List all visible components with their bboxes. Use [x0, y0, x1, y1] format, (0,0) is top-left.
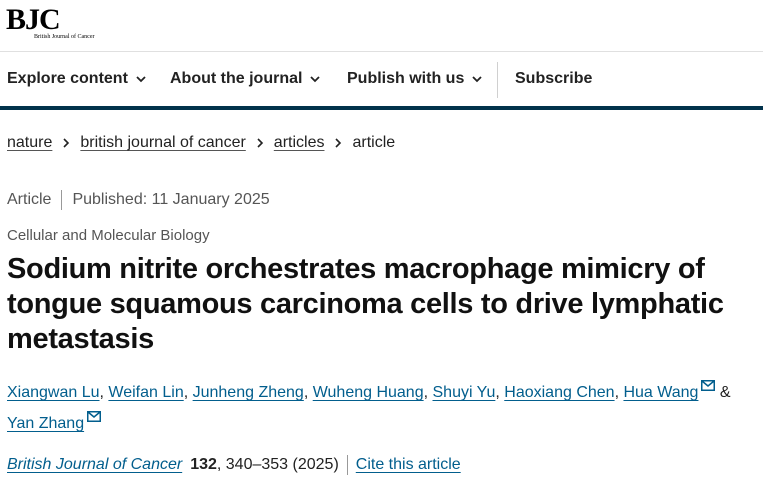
site-header: BJC British Journal of Cancer: [0, 0, 763, 52]
citation-divider: [346, 455, 348, 475]
journal-logo[interactable]: BJC British Journal of Cancer: [6, 3, 95, 41]
journal-link[interactable]: British Journal of Cancer: [7, 456, 182, 474]
chevron-right-icon: [63, 138, 70, 148]
author-link[interactable]: Haoxiang Chen: [504, 384, 614, 401]
nav-label: Explore content: [7, 70, 128, 87]
breadcrumb-articles[interactable]: articles: [274, 134, 325, 152]
subscribe-link[interactable]: Subscribe: [515, 52, 592, 106]
chevron-right-icon: [335, 138, 342, 148]
article-meta: Article Published: 11 January 2025: [7, 190, 270, 210]
breadcrumb-current: article: [352, 134, 396, 151]
nav-publish-with-us[interactable]: Publish with us: [347, 52, 482, 106]
author-link[interactable]: Weifan Lin: [108, 384, 183, 401]
mail-icon[interactable]: [87, 411, 102, 422]
chevron-right-icon: [257, 138, 263, 148]
author-link[interactable]: Yan Zhang: [7, 415, 84, 432]
breadcrumb: nature british journal of cancer article…: [7, 134, 395, 152]
nav-explore-content[interactable]: Explore content: [7, 52, 146, 106]
meta-divider: [61, 190, 63, 210]
nav-label: About the journal: [170, 70, 303, 87]
main-nav: Explore content About the journal Publis…: [0, 52, 763, 106]
cite-this-article-link[interactable]: Cite this article: [356, 456, 461, 474]
author-link[interactable]: Hua Wang: [623, 384, 698, 401]
author-list: Xiangwan Lu, Weifan Lin, Junheng Zheng, …: [7, 377, 755, 439]
published-date: Published: 11 January 2025: [72, 191, 270, 208]
author-joiner: &: [719, 384, 731, 401]
pages-year: , 340–353 (2025): [216, 456, 339, 473]
chevron-down-icon: [310, 76, 321, 83]
logo-subtitle: British Journal of Cancer: [34, 34, 95, 40]
author-link[interactable]: Xiangwan Lu: [7, 384, 100, 401]
logo-mark: BJC: [6, 3, 61, 36]
citation-line: British Journal of Cancer 132 , 340–353 …: [7, 455, 461, 475]
author-link[interactable]: Shuyi Yu: [433, 384, 496, 401]
mail-icon[interactable]: [701, 380, 716, 391]
volume-number: 132: [190, 456, 217, 473]
author-link[interactable]: Wuheng Huang: [313, 384, 424, 401]
nav-label: Publish with us: [347, 70, 465, 87]
author-link[interactable]: Junheng Zheng: [193, 384, 304, 401]
nav-divider: [497, 62, 498, 98]
breadcrumb-nature[interactable]: nature: [7, 134, 52, 152]
nav-rule: [0, 106, 763, 110]
nav-about-journal[interactable]: About the journal: [170, 52, 321, 106]
article-subject: Cellular and Molecular Biology: [7, 227, 210, 244]
chevron-down-icon: [136, 76, 146, 83]
article-title: Sodium nitrite orchestrates macrophage m…: [7, 253, 724, 355]
article-type: Article: [7, 191, 52, 208]
breadcrumb-journal[interactable]: british journal of cancer: [80, 134, 245, 152]
chevron-down-icon: [472, 76, 482, 83]
